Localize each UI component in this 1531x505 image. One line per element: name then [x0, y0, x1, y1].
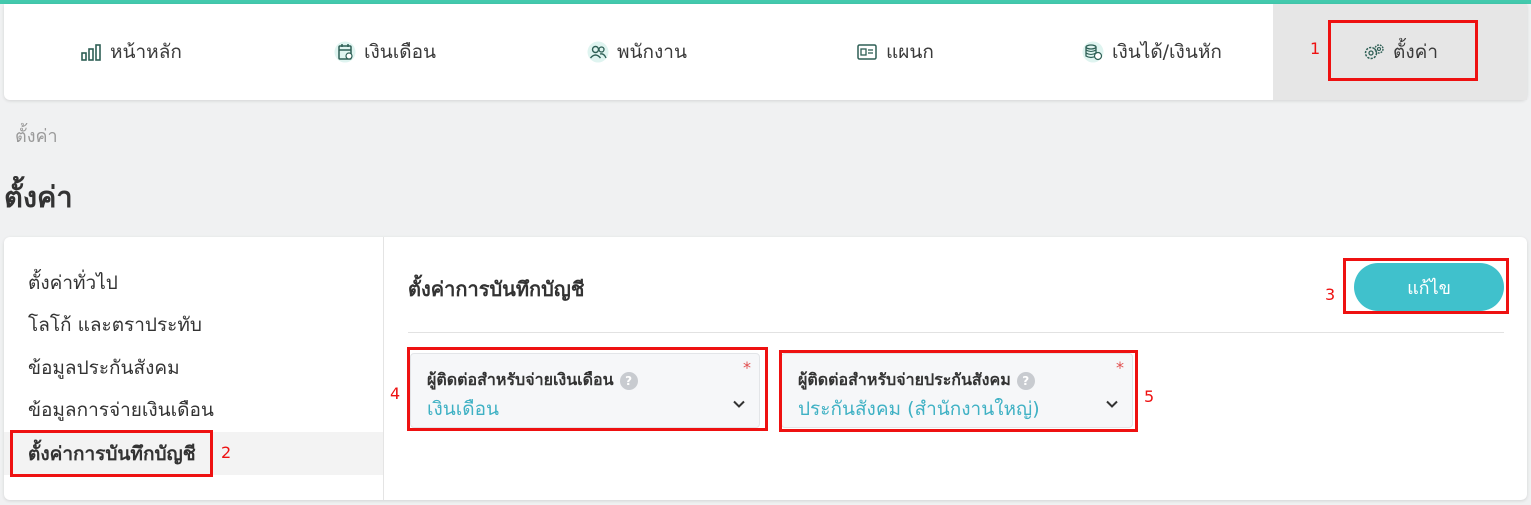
section-divider: [408, 332, 1504, 333]
sidebar-item-accounting[interactable]: ตั้งค่าการบันทึกบัญชี: [4, 432, 383, 475]
sidebar-item-label: ข้อมูลประกันสังคม: [28, 356, 180, 379]
help-icon[interactable]: ?: [619, 371, 638, 390]
nav-item-department[interactable]: แผนก: [856, 4, 934, 100]
breadcrumb[interactable]: ตั้งค่า: [15, 121, 58, 150]
social-security-contact-select[interactable]: ผู้ติดต่อสำหรับจ่ายประกันสังคม ? * ประกั…: [781, 353, 1133, 428]
edit-button[interactable]: แก้ไข: [1354, 263, 1504, 311]
annotation-number-2: 2: [221, 443, 232, 462]
required-mark: *: [1116, 358, 1124, 377]
sidebar-item-logo-stamp[interactable]: โลโก้ และตราประทับ: [4, 303, 383, 346]
nav-item-label: ตั้งค่า: [1393, 41, 1438, 63]
nav-item-label: หน้าหลัก: [110, 41, 182, 63]
sidebar-item-label: โลโก้ และตราประทับ: [28, 313, 202, 336]
selected-value: เงินเดือน: [427, 398, 499, 420]
field-label-salary-contact: ผู้ติดต่อสำหรับจ่ายเงินเดือน ?: [427, 368, 638, 393]
id-card-icon: [856, 41, 878, 63]
sidebar-item-payroll-info[interactable]: ข้อมูลการจ่ายเงินเดือน: [4, 388, 383, 431]
users-icon: [587, 41, 609, 63]
page-title: ตั้งค่า: [4, 180, 73, 214]
settings-panel: ตั้งค่าทั่วไป โลโก้ และตราประทับ ข้อมูลป…: [4, 237, 1527, 500]
section-title: ตั้งค่าการบันทึกบัญชี: [408, 277, 585, 301]
annotation-number-1: 1: [1310, 39, 1321, 58]
settings-sidebar: ตั้งค่าทั่วไป โลโก้ และตราประทับ ข้อมูลป…: [4, 237, 384, 500]
sidebar-item-label: ตั้งค่าการบันทึกบัญชี: [28, 442, 196, 465]
field-label-social-security-contact: ผู้ติดต่อสำหรับจ่ายประกันสังคม ?: [798, 368, 1035, 393]
annotation-number-3: 3: [1325, 285, 1336, 304]
field-label-text: ผู้ติดต่อสำหรับจ่ายเงินเดือน: [427, 370, 614, 389]
nav-item-income-deduction[interactable]: เงินได้/เงินหัก: [1082, 4, 1222, 100]
nav-item-employees[interactable]: พนักงาน: [587, 4, 687, 100]
sidebar-item-label: ข้อมูลการจ่ายเงินเดือน: [28, 398, 214, 421]
sidebar-item-social-security[interactable]: ข้อมูลประกันสังคม: [4, 346, 383, 389]
top-navigation: หน้าหลัก เงินเดือน พนักงาน แผนก เงินได้/…: [4, 4, 1527, 100]
required-mark: *: [743, 358, 751, 377]
nav-item-label: แผนก: [886, 41, 934, 63]
nav-item-label: พนักงาน: [617, 41, 687, 63]
nav-item-label: เงินเดือน: [364, 41, 436, 63]
nav-item-home[interactable]: หน้าหลัก: [80, 4, 182, 100]
nav-item-label: เงินได้/เงินหัก: [1112, 41, 1222, 63]
payroll-calendar-icon: [334, 41, 356, 63]
chevron-down-icon[interactable]: [1104, 396, 1120, 412]
bar-chart-icon: [80, 41, 102, 63]
nav-item-payroll[interactable]: เงินเดือน: [334, 4, 436, 100]
sidebar-item-general[interactable]: ตั้งค่าทั่วไป: [4, 261, 383, 304]
salary-contact-select[interactable]: ผู้ติดต่อสำหรับจ่ายเงินเดือน ? * เงินเดื…: [410, 353, 760, 428]
help-icon[interactable]: ?: [1016, 371, 1035, 390]
chevron-down-icon[interactable]: [731, 396, 747, 412]
gears-icon: [1363, 41, 1385, 63]
selected-value: ประกันสังคม (สำนักงานใหญ่): [798, 398, 1040, 420]
annotation-number-4: 4: [390, 384, 401, 403]
coins-icon: [1082, 41, 1104, 63]
annotation-number-5: 5: [1144, 387, 1155, 406]
field-label-text: ผู้ติดต่อสำหรับจ่ายประกันสังคม: [798, 370, 1011, 389]
sidebar-item-label: ตั้งค่าทั่วไป: [28, 271, 118, 294]
